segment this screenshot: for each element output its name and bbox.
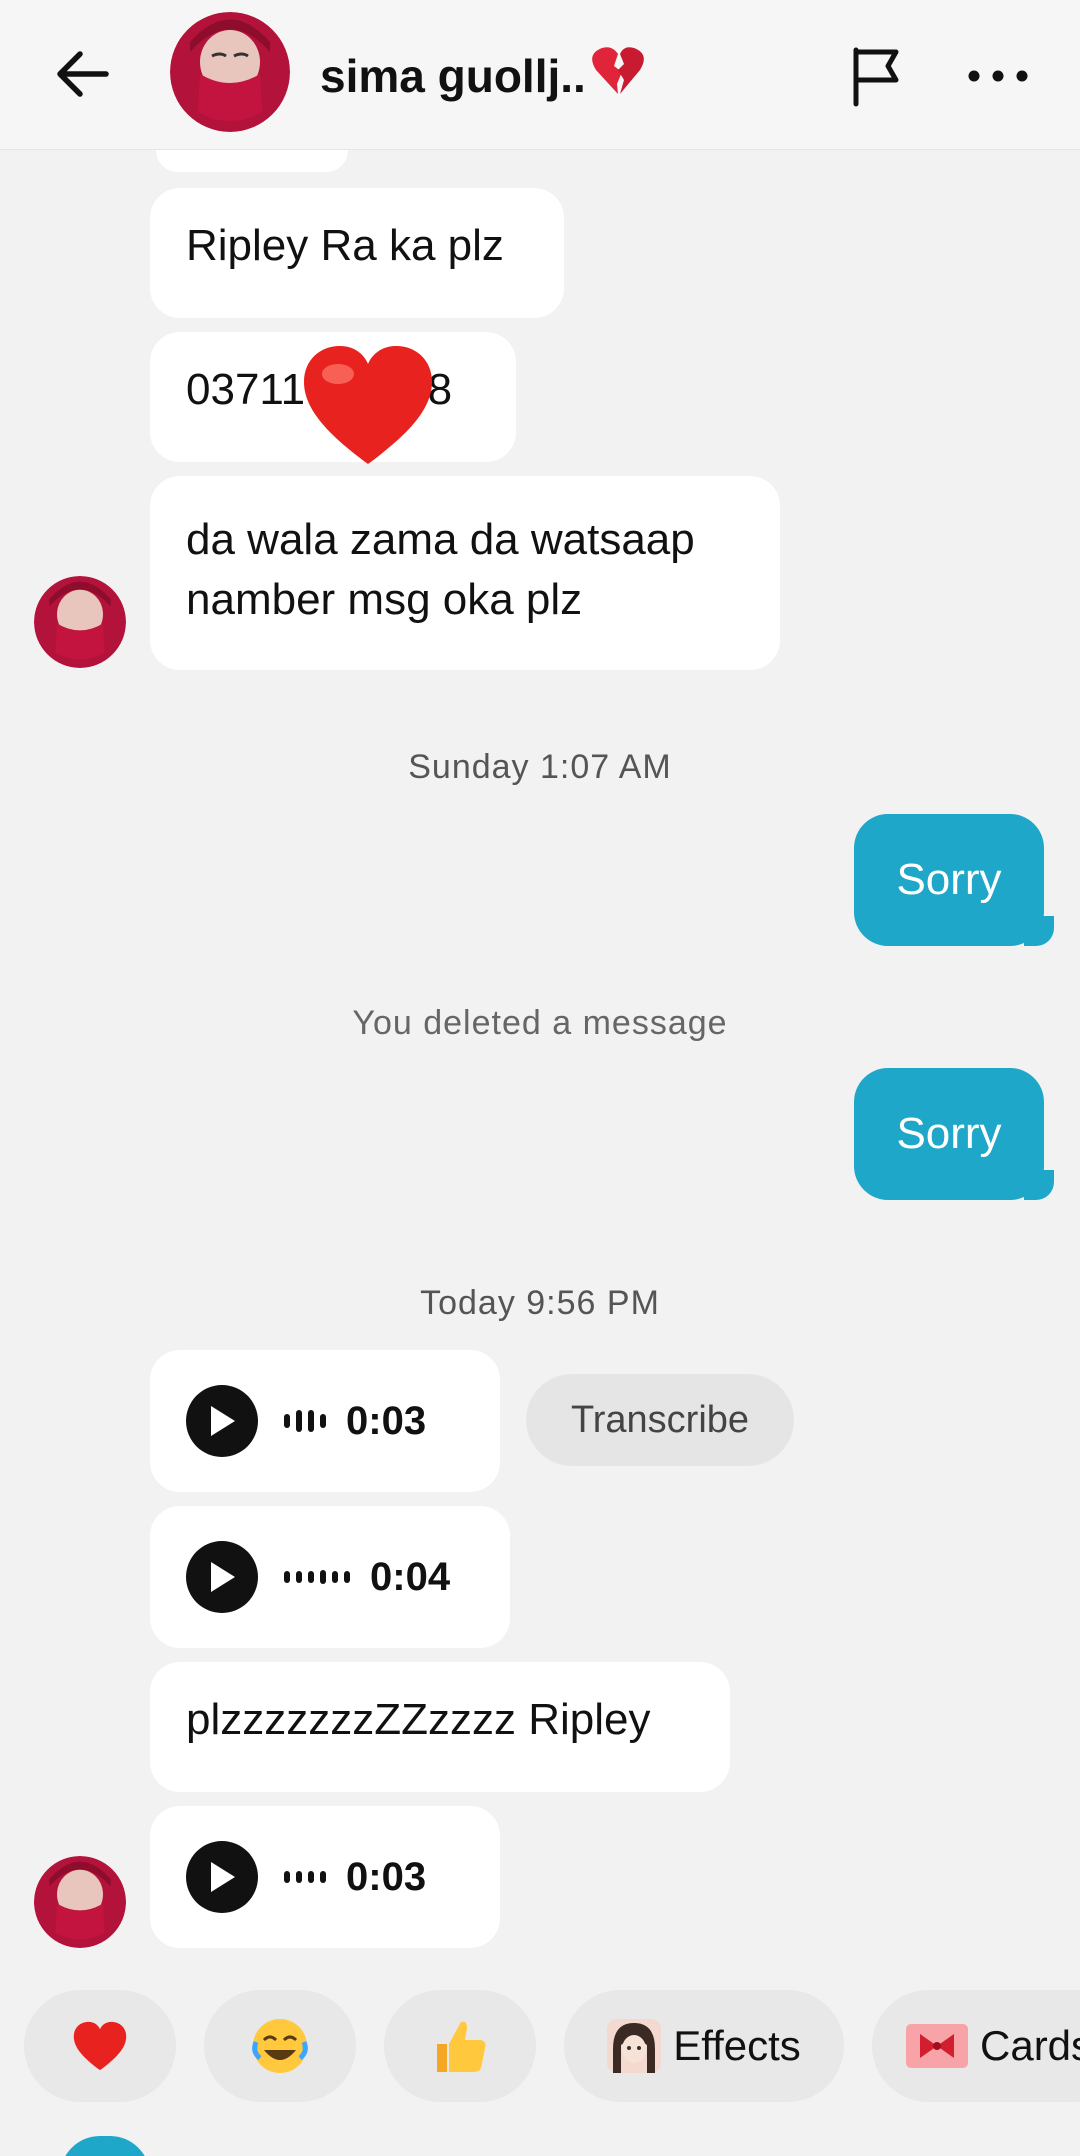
back-button[interactable]	[44, 36, 120, 112]
timestamp: Today 9:56 PM	[420, 1284, 660, 1322]
flag-icon	[853, 47, 899, 107]
contact-avatar[interactable]	[170, 12, 290, 132]
thumbs-up-icon	[437, 2021, 486, 2072]
gift-card-icon	[906, 2024, 968, 2068]
waveform	[284, 1570, 350, 1584]
report-button[interactable]	[836, 36, 916, 116]
received-message[interactable]: plzzzzzzzZZzzzz Ripley	[150, 1662, 730, 1792]
play-button[interactable]	[186, 1841, 258, 1913]
voice-duration: 0:03	[346, 1398, 427, 1443]
laughing-face-icon	[252, 2019, 308, 2073]
contact-name[interactable]: sima guollj..	[320, 44, 646, 107]
waveform	[284, 1410, 326, 1432]
voice-duration: 0:03	[346, 1854, 427, 1899]
voice-message[interactable]: 0:04	[150, 1506, 510, 1648]
quick-reply-bar: Effects Cards	[0, 1990, 1080, 2102]
received-message[interactable]: da wala zama da watsaap namber msg oka p…	[150, 476, 780, 670]
effects-label: Effects	[673, 2022, 801, 2069]
waveform	[284, 1871, 326, 1883]
sent-message[interactable]: Sorry	[854, 1068, 1054, 1200]
play-button[interactable]	[186, 1385, 258, 1457]
sender-avatar[interactable]	[34, 576, 126, 668]
play-icon	[211, 1406, 235, 1436]
contact-name-text: sima guollj..	[320, 50, 586, 102]
received-message[interactable]: Ripley Ra ka plz	[150, 188, 564, 318]
cards-label: Cards	[980, 2022, 1080, 2069]
laugh-reaction-button[interactable]	[204, 1990, 356, 2102]
effects-avatar-icon	[607, 2019, 662, 2073]
received-message-number[interactable]: 0371188	[150, 332, 516, 464]
arrow-left-icon	[57, 51, 109, 97]
deleted-notice: You deleted a message	[352, 1004, 728, 1042]
message-text: plzzzzzzzZZzzzz Ripley	[186, 1695, 651, 1744]
voice-message[interactable]: 0:03	[150, 1350, 500, 1492]
previous-bubble-edge	[156, 150, 348, 172]
broken-heart-icon	[590, 44, 646, 107]
bubble-tail	[1024, 1170, 1054, 1200]
voice-duration: 0:04	[370, 1554, 451, 1599]
thumbs-up-reaction-button[interactable]	[384, 1990, 536, 2102]
message-text: Sorry	[896, 1109, 1002, 1158]
timestamp: Sunday 1:07 AM	[408, 748, 672, 786]
sent-message[interactable]: Sorry	[854, 814, 1054, 946]
bubble-tail	[1024, 916, 1054, 946]
chat-screen: sima guollj.. Ripley Ra ka plz 0371188 d…	[0, 0, 1080, 2156]
message-text-part1: 03711	[186, 365, 306, 414]
more-horizontal-icon	[968, 70, 1028, 82]
sender-avatar[interactable]	[34, 1856, 126, 1948]
heart-icon	[73, 2021, 127, 2071]
more-options-button[interactable]	[958, 36, 1038, 116]
play-icon	[211, 1562, 235, 1592]
chat-header: sima guollj..	[0, 0, 1080, 150]
transcribe-button[interactable]: Transcribe	[526, 1374, 794, 1466]
play-button[interactable]	[186, 1541, 258, 1613]
play-icon	[211, 1862, 235, 1892]
message-text: da wala zama da watsaap namber msg oka p…	[186, 515, 695, 624]
composer-area	[0, 2130, 1080, 2156]
effects-button[interactable]: Effects	[564, 1990, 844, 2102]
heart-reaction-button[interactable]	[24, 1990, 176, 2102]
heart-sticker-icon	[304, 346, 432, 464]
cards-button[interactable]: Cards	[872, 1990, 1080, 2102]
message-text: Sorry	[896, 855, 1002, 904]
message-text: Ripley Ra ka plz	[186, 221, 504, 270]
voice-message[interactable]: 0:03	[150, 1806, 500, 1948]
